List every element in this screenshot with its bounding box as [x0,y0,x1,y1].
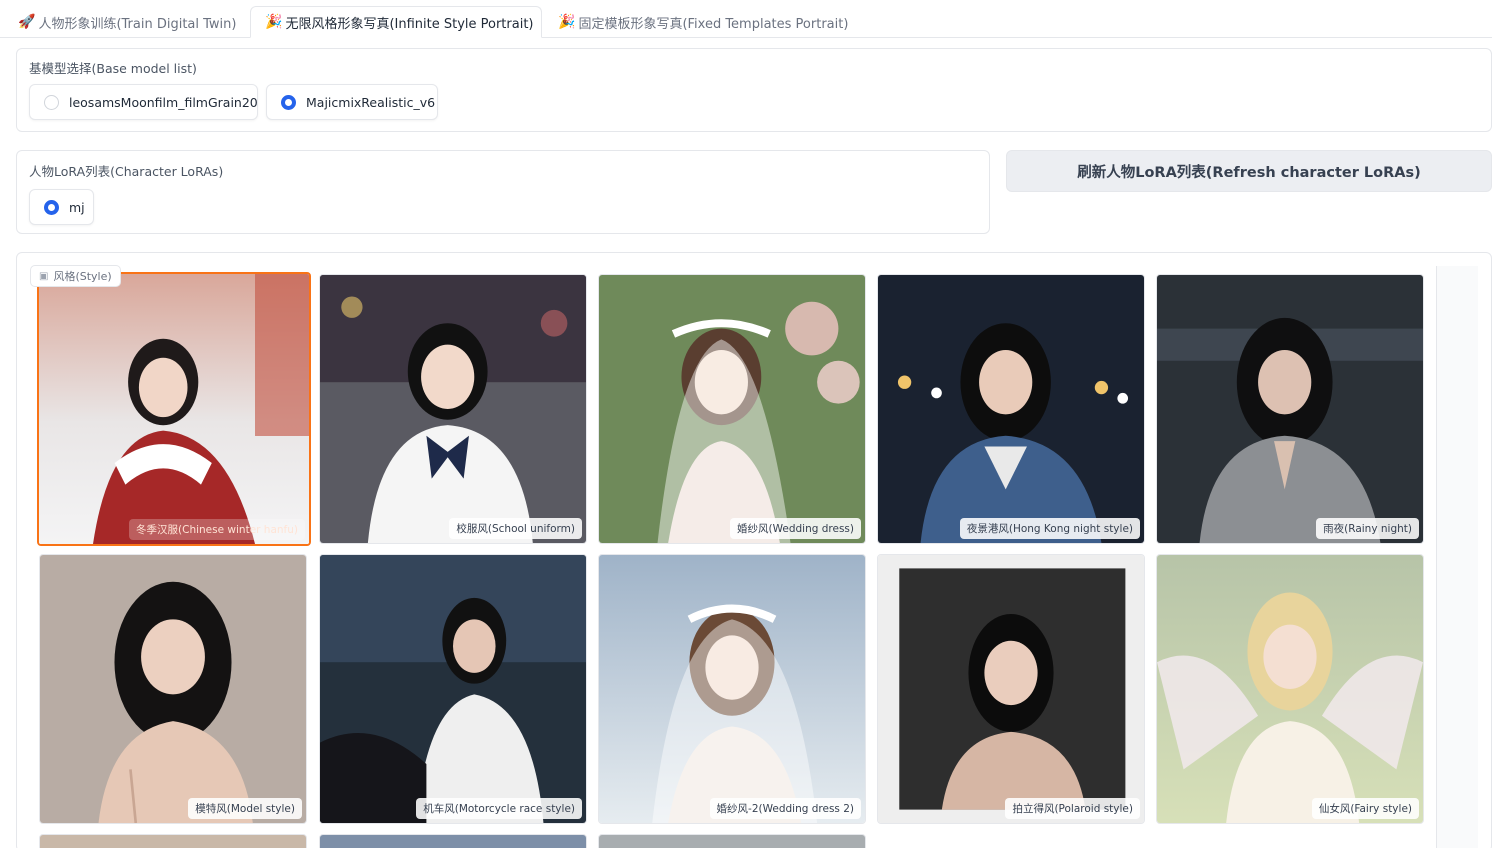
portrait-image [599,555,865,823]
thumb-caption: 雨夜(Rainy night) [1316,518,1419,539]
style-thumb-chinese-winter-hanfu[interactable]: 冬季汉服(Chinese winter hanfu) [37,272,311,546]
portrait-image [1157,275,1423,543]
refresh-character-loras-button[interactable]: 刷新人物LoRA列表(Refresh character LoRAs) [1006,150,1492,192]
tab-infinite-style-portrait[interactable]: 🎉 无限风格形象写真(Infinite Style Portrait) [250,6,542,38]
radio-checked-icon [44,199,59,215]
tab-train-digital-twin[interactable]: 🚀 人物形象训练(Train Digital Twin) [18,6,236,38]
tab-fixed-templates-portrait[interactable]: 🎉 固定模板形象写真(Fixed Templates Portrait) [558,6,848,38]
party-popper-icon: 🎉 [558,14,576,30]
base-model-option-moonfilm[interactable]: leosamsMoonfilm_filmGrain20 [29,84,258,120]
thumb-caption: 机车风(Motorcycle race style) [416,798,582,819]
style-gallery-label: ▣ 风格(Style) [30,265,121,287]
portrait-image [39,274,309,544]
style-thumb-partial[interactable] [39,834,307,848]
portrait-image [878,275,1144,543]
style-thumb-partial[interactable] [319,834,587,848]
radio-option-label: MajicmixRealistic_v6 [306,94,436,110]
style-thumb-fairy[interactable]: 仙女风(Fairy style) [1156,554,1424,824]
style-thumb-motorcycle-race[interactable]: 机车风(Motorcycle race style) [319,554,587,824]
thumb-caption: 拍立得风(Polaroid style) [1005,798,1140,819]
style-thumb-school-uniform[interactable]: 校服风(School uniform) [319,274,587,544]
character-lora-option-mj[interactable]: mj [29,189,94,225]
tab-bar: 🚀 人物形象训练(Train Digital Twin) 🎉 无限风格形象写真(… [0,0,1492,38]
tab-label: 固定模板形象写真(Fixed Templates Portrait) [578,16,849,32]
style-thumb-model-style[interactable]: 模特风(Model style) [39,554,307,824]
style-thumb-rainy-night[interactable]: 雨夜(Rainy night) [1156,274,1424,544]
radio-option-label: leosamsMoonfilm_filmGrain20 [69,94,258,110]
style-thumb-wedding-dress[interactable]: 婚纱风(Wedding dress) [598,274,866,544]
style-thumb-partial[interactable] [598,834,866,848]
portrait-image [878,555,1144,823]
party-popper-icon: 🎉 [265,14,283,30]
thumb-caption: 夜景港风(Hong Kong night style) [959,518,1140,539]
tab-label: 人物形象训练(Train Digital Twin) [38,16,237,32]
style-gallery-label-text: 风格(Style) [53,270,112,283]
tab-label: 无限风格形象写真(Infinite Style Portrait) [285,16,534,32]
character-lora-label: 人物LoRA列表(Character LoRAs) [29,164,224,179]
base-model-label: 基模型选择(Base model list) [29,61,197,76]
thumb-caption: 校服风(School uniform) [449,518,582,539]
portrait-image [1157,555,1423,823]
radio-option-label: mj [69,199,85,215]
thumb-caption: 冬季汉服(Chinese winter hanfu) [129,519,305,540]
gallery-scrollbar[interactable] [1436,266,1478,848]
base-model-option-majicmix[interactable]: MajicmixRealistic_v6 [266,84,438,120]
portrait-image [40,555,306,823]
rocket-icon: 🚀 [18,14,36,30]
style-thumb-wedding-dress-2[interactable]: 婚纱风-2(Wedding dress 2) [598,554,866,824]
portrait-image [320,555,586,823]
thumb-caption: 婚纱风-2(Wedding dress 2) [709,798,861,819]
portrait-image [320,275,586,543]
radio-unchecked-icon [44,94,59,110]
portrait-image [599,275,865,543]
style-thumb-hong-kong-night[interactable]: 夜景港风(Hong Kong night style) [877,274,1145,544]
thumb-caption: 模特风(Model style) [188,798,302,819]
image-icon: ▣ [39,270,49,282]
radio-checked-icon [281,94,296,110]
thumb-caption: 仙女风(Fairy style) [1311,798,1419,819]
thumb-caption: 婚纱风(Wedding dress) [730,518,861,539]
style-thumb-polaroid[interactable]: 拍立得风(Polaroid style) [877,554,1145,824]
